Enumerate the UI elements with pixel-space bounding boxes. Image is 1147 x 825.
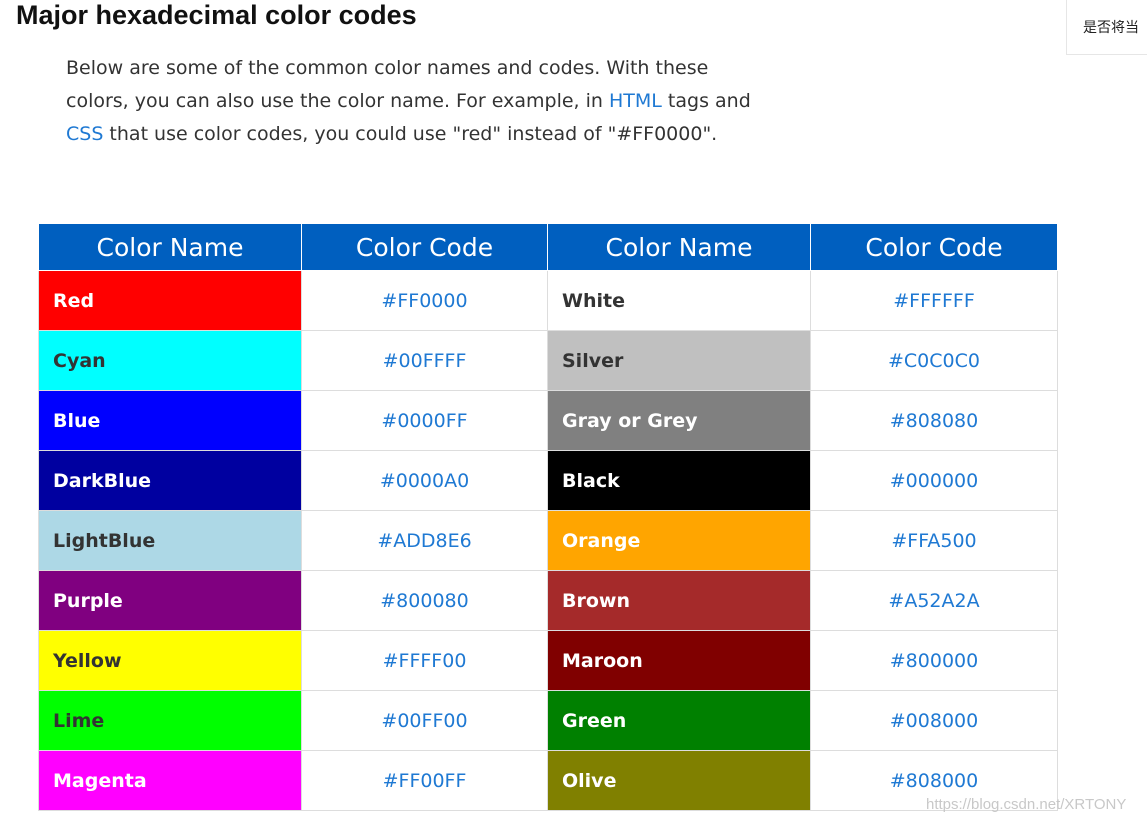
color-code-cell: #FF0000 <box>301 270 548 331</box>
table-row: Cyan #00FFFF Silver #C0C0C0 <box>38 330 1058 391</box>
color-code-cell: #FF00FF <box>301 750 548 811</box>
color-name-cell: LightBlue <box>38 510 302 571</box>
color-codes-table: Color Name Color Code Color Name Color C… <box>38 223 1058 811</box>
header-color-name: Color Name <box>38 223 302 271</box>
color-name-cell: Yellow <box>38 630 302 691</box>
color-code-cell: #808080 <box>810 390 1058 451</box>
table-row: Yellow #FFFF00 Maroon #800000 <box>38 630 1058 691</box>
color-code-cell: #0000FF <box>301 390 548 451</box>
header-color-code: Color Code <box>301 223 548 271</box>
table-header-row: Color Name Color Code Color Name Color C… <box>38 223 1058 271</box>
page-title: Major hexadecimal color codes <box>16 0 417 30</box>
color-code-cell: #ADD8E6 <box>301 510 548 571</box>
color-name-cell: Silver <box>547 330 811 391</box>
color-code-cell: #FFFF00 <box>301 630 548 691</box>
intro-text-2: tags and <box>661 90 751 112</box>
color-code-cell: #FFFFFF <box>810 270 1058 331</box>
color-name-cell: DarkBlue <box>38 450 302 511</box>
header-color-code: Color Code <box>810 223 1058 271</box>
color-name-cell: Orange <box>547 510 811 571</box>
table-row: DarkBlue #0000A0 Black #000000 <box>38 450 1058 511</box>
color-name-cell: Black <box>547 450 811 511</box>
css-link[interactable]: CSS <box>66 123 103 145</box>
color-name-cell: White <box>547 270 811 331</box>
color-name-cell: Brown <box>547 570 811 631</box>
color-name-cell: Maroon <box>547 630 811 691</box>
color-name-cell: Magenta <box>38 750 302 811</box>
header-color-name: Color Name <box>547 223 811 271</box>
table-row: LightBlue #ADD8E6 Orange #FFA500 <box>38 510 1058 571</box>
intro-text-3: that use color codes, you could use "red… <box>103 123 718 145</box>
table-body: Red #FF0000 White #FFFFFF Cyan #00FFFF Silver #… <box>38 270 1058 811</box>
color-code-cell: #00FFFF <box>301 330 548 391</box>
color-code-cell: #008000 <box>810 690 1058 751</box>
intro-paragraph: Below are some of the common color names… <box>66 52 766 151</box>
table-row: Red #FF0000 White #FFFFFF <box>38 270 1058 331</box>
color-code-cell: #FFA500 <box>810 510 1058 571</box>
color-name-cell: Green <box>547 690 811 751</box>
table-row: Blue #0000FF Gray or Grey #808080 <box>38 390 1058 451</box>
color-name-cell: Purple <box>38 570 302 631</box>
color-code-cell: #A52A2A <box>810 570 1058 631</box>
table-row: Lime #00FF00 Green #008000 <box>38 690 1058 751</box>
color-name-cell: Cyan <box>38 330 302 391</box>
html-link[interactable]: HTML <box>609 90 662 112</box>
table-row: Purple #800080 Brown #A52A2A <box>38 570 1058 631</box>
color-code-cell: #800080 <box>301 570 548 631</box>
color-code-cell: #000000 <box>810 450 1058 511</box>
color-code-cell: #0000A0 <box>301 450 548 511</box>
color-code-cell: #C0C0C0 <box>810 330 1058 391</box>
color-name-cell: Red <box>38 270 302 331</box>
color-name-cell: Olive <box>547 750 811 811</box>
color-code-cell: #00FF00 <box>301 690 548 751</box>
watermark: https://blog.csdn.net/XRTONY <box>926 796 1127 813</box>
color-name-cell: Blue <box>38 390 302 451</box>
color-code-cell: #800000 <box>810 630 1058 691</box>
table-row: Magenta #FF00FF Olive #808000 <box>38 750 1058 811</box>
color-name-cell: Lime <box>38 690 302 751</box>
color-name-cell: Gray or Grey <box>547 390 811 451</box>
side-widget[interactable]: 是否将当 <box>1066 0 1147 55</box>
